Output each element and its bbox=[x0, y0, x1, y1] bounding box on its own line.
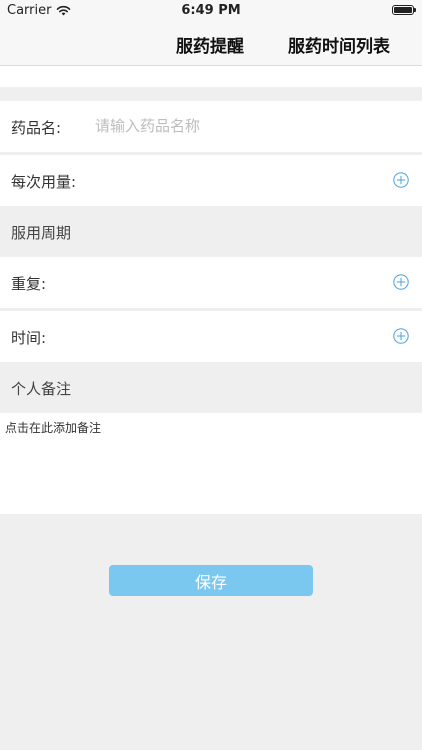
repeat-row[interactable]: 重复: bbox=[0, 257, 422, 308]
time-row[interactable]: 时间: bbox=[0, 311, 422, 362]
status-bar: Carrier 6:49 PM bbox=[0, 0, 422, 22]
cycle-section-title: 服用周期 bbox=[11, 224, 72, 242]
repeat-label: 重复: bbox=[11, 275, 47, 293]
add-repeat-icon[interactable] bbox=[393, 274, 409, 290]
time-label: 时间: bbox=[11, 329, 47, 347]
note-area bbox=[0, 413, 422, 514]
battery-icon bbox=[392, 5, 416, 15]
nav-bar: 服药提醒 服药时间列表 bbox=[0, 22, 422, 66]
save-button[interactable]: 保存 bbox=[109, 565, 313, 596]
drug-name-input[interactable] bbox=[95, 113, 395, 139]
cycle-section-header: 服用周期 bbox=[0, 206, 422, 256]
drug-name-row: 药品名: bbox=[0, 101, 422, 152]
tab-medication-reminder[interactable]: 服药提醒 bbox=[176, 32, 244, 57]
note-section-header: 个人备注 bbox=[0, 362, 422, 412]
tab-medication-schedule-list[interactable]: 服药时间列表 bbox=[288, 32, 390, 57]
add-dosage-icon[interactable] bbox=[393, 172, 409, 188]
drug-name-label: 药品名: bbox=[11, 119, 62, 137]
add-time-icon[interactable] bbox=[393, 328, 409, 344]
dosage-label: 每次用量: bbox=[11, 173, 77, 191]
top-spacer bbox=[0, 66, 422, 87]
medication-reminder-screen: Carrier 6:49 PM 服药提醒 服药时间列表 药品名: 每次用量: 服… bbox=[0, 0, 422, 750]
note-section-title: 个人备注 bbox=[11, 380, 72, 398]
dosage-row[interactable]: 每次用量: bbox=[0, 155, 422, 206]
note-input[interactable] bbox=[5, 419, 415, 509]
status-time: 6:49 PM bbox=[181, 3, 241, 18]
